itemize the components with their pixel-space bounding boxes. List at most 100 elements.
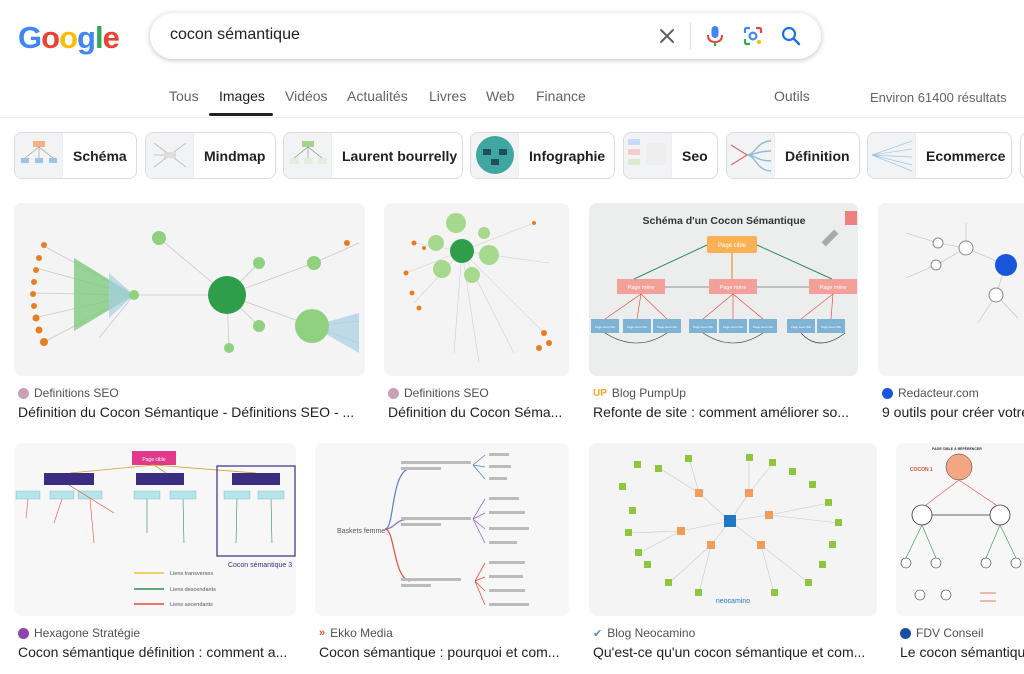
- chip-thumbnail: [284, 133, 332, 178]
- chip-label: Schéma: [73, 147, 127, 164]
- image-label: Page cible: [142, 457, 166, 463]
- chip-mindmap[interactable]: Mindmap: [145, 132, 276, 179]
- result-title[interactable]: Qu'est-ce qu'un cocon sémantique et com.…: [593, 644, 875, 660]
- chip-more[interactable]: [1020, 132, 1024, 179]
- ekko-logo-icon: »: [319, 627, 326, 639]
- image-label: Page mère: [720, 285, 747, 291]
- tools-button[interactable]: Outils: [774, 88, 810, 104]
- result-image[interactable]: [14, 203, 365, 376]
- google-logo[interactable]: Google: [18, 20, 120, 56]
- chip-seo[interactable]: Seo: [623, 132, 718, 179]
- result-image[interactable]: neocamino: [589, 443, 877, 616]
- image-caption: Cocon sémantique 3: [228, 562, 292, 569]
- image-label: Page sœur fille: [693, 325, 714, 329]
- image-label: Page mère: [628, 285, 655, 291]
- logo-letter: o: [41, 20, 60, 55]
- result-title[interactable]: Cocon sémantique définition : comment a.…: [18, 644, 294, 660]
- chip-label: Infographie: [529, 147, 606, 164]
- result-source[interactable]: FDV Conseil: [900, 626, 983, 640]
- image-label: Page sœur fille: [657, 325, 678, 329]
- legend-label: Liens descendants: [170, 587, 216, 593]
- result-source[interactable]: Hexagone Stratégie: [18, 626, 140, 640]
- chip-thumbnail: [727, 133, 775, 178]
- chip-thumbnail: [146, 133, 194, 178]
- result-title[interactable]: Définition du Cocon Séma...: [388, 404, 568, 420]
- chip-label: Mindmap: [204, 147, 266, 164]
- logo-letter: e: [102, 20, 120, 55]
- result-source[interactable]: ✔ Blog Neocamino: [593, 626, 695, 640]
- source-name: Redacteur.com: [898, 386, 979, 400]
- image-label: PAGE CIBLE À RÉFÉRENCER: [932, 446, 982, 451]
- favicon-icon: [900, 627, 911, 639]
- close-icon[interactable]: [653, 22, 681, 50]
- refinement-chips: Schéma Mindmap Laurent bourrelly Infogra…: [0, 132, 1024, 180]
- image-label: COCON 1: [910, 467, 933, 473]
- search-icon[interactable]: [777, 22, 805, 50]
- chip-thumbnail: [15, 133, 63, 178]
- tab-livres[interactable]: Livres: [429, 88, 466, 104]
- favicon-icon: [882, 387, 893, 399]
- results-count: Environ 61400 résultats: [870, 90, 1007, 105]
- tab-actualites[interactable]: Actualités: [347, 88, 408, 104]
- source-name: FDV Conseil: [916, 626, 984, 640]
- search-box[interactable]: cocon sémantique: [150, 13, 821, 59]
- result-source[interactable]: Definitions SEO: [18, 386, 119, 400]
- chip-definition[interactable]: Définition: [726, 132, 860, 179]
- result-source[interactable]: UP Blog PumpUp: [593, 386, 686, 400]
- tab-videos[interactable]: Vidéos: [285, 88, 328, 104]
- chip-label: Laurent bourrelly: [342, 147, 458, 164]
- source-name: Ekko Media: [330, 626, 393, 640]
- result-image[interactable]: Page cible Cocon sémantique 3 Liens tran…: [14, 443, 296, 616]
- source-name: Blog Neocamino: [607, 626, 696, 640]
- image-label: Page sœur fille: [723, 325, 744, 329]
- chip-infographie[interactable]: Infographie: [470, 132, 615, 179]
- chip-label: Seo: [682, 147, 708, 164]
- image-label: Page cible: [718, 243, 747, 249]
- chip-ecommerce[interactable]: Ecommerce: [867, 132, 1012, 179]
- neocamino-logo-icon: ✔: [593, 627, 603, 640]
- image-label: Page sœur fille: [753, 325, 774, 329]
- favicon-icon: [18, 387, 29, 399]
- result-title[interactable]: Refonte de site : comment améliorer so..…: [593, 404, 857, 420]
- image-label: Page mère: [820, 285, 847, 291]
- chip-schema[interactable]: Schéma: [14, 132, 137, 179]
- result-title[interactable]: Le cocon sémantiqu: [900, 644, 1024, 660]
- result-image[interactable]: [384, 203, 569, 376]
- legend-label: Liens ascendants: [170, 602, 213, 608]
- result-source[interactable]: Definitions SEO: [388, 386, 489, 400]
- result-title[interactable]: Définition du Cocon Sémantique - Définit…: [18, 404, 363, 420]
- image-heading: Schéma d'un Cocon Sémantique: [643, 215, 806, 227]
- search-input[interactable]: cocon sémantique: [170, 26, 300, 44]
- result-image[interactable]: PAGE CIBLE À RÉFÉRENCER COCON 1: [896, 443, 1024, 616]
- tab-web[interactable]: Web: [486, 88, 515, 104]
- result-title[interactable]: 9 outils pour créer votre: [882, 404, 1024, 420]
- tab-images[interactable]: Images: [219, 88, 265, 104]
- result-image[interactable]: [878, 203, 1024, 376]
- active-tab-indicator: [209, 113, 273, 116]
- camera-lens-icon[interactable]: [739, 22, 767, 50]
- chip-label: Définition: [785, 147, 850, 164]
- result-image[interactable]: Baskets femme: [315, 443, 569, 616]
- result-image[interactable]: Schéma d'un Cocon Sémantique Page cible …: [589, 203, 858, 376]
- search-divider: [690, 23, 691, 49]
- image-label: Baskets femme: [337, 528, 385, 535]
- result-source[interactable]: Redacteur.com: [882, 386, 979, 400]
- result-source[interactable]: » Ekko Media: [319, 626, 393, 640]
- source-name: Hexagone Stratégie: [34, 626, 141, 640]
- tab-finance[interactable]: Finance: [536, 88, 586, 104]
- microphone-icon[interactable]: [701, 22, 729, 50]
- chip-laurent-bourrelly[interactable]: Laurent bourrelly: [283, 132, 463, 179]
- favicon-icon: [388, 387, 399, 399]
- logo-letter: g: [77, 20, 96, 55]
- result-title[interactable]: Cocon sémantique : pourquoi et com...: [319, 644, 569, 660]
- image-label: Page sœur fille: [791, 325, 812, 329]
- tab-tous[interactable]: Tous: [169, 88, 199, 104]
- chip-thumbnail: [624, 133, 672, 178]
- image-label: Page sœur fille: [595, 325, 616, 329]
- logo-letter: G: [18, 20, 42, 55]
- header-divider: [0, 117, 1024, 118]
- pumpup-logo-icon: UP: [593, 387, 607, 399]
- source-name: Definitions SEO: [34, 386, 119, 400]
- image-label: Page sœur fille: [821, 325, 842, 329]
- image-brand: neocamino: [716, 598, 750, 605]
